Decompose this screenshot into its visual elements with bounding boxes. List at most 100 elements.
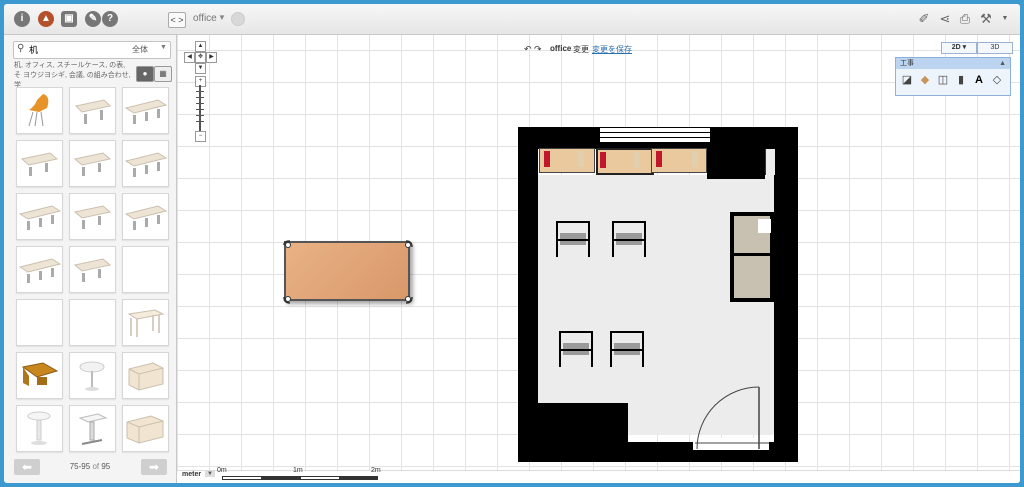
cabinet-thumbnail — [126, 415, 164, 444]
table-thumbnail — [18, 205, 62, 230]
share-icon[interactable]: ⋖ — [937, 11, 953, 27]
dimension-tool-icon[interactable]: ◇ — [990, 73, 1004, 87]
search-input[interactable] — [29, 43, 124, 56]
floor-tool-icon[interactable]: ◆ — [918, 73, 932, 87]
view-2d-button[interactable]: 2D ▾ — [941, 42, 977, 54]
text-tool-icon[interactable]: A — [972, 73, 986, 87]
catalog-item[interactable] — [122, 405, 169, 452]
floorplan-canvas[interactable]: ▲ ◀ ✥ ▶ ▼ + − ↶ ↷ office 変更 変更を保存 2D ▾ 3… — [177, 35, 1020, 470]
table-thumbnail — [27, 411, 51, 445]
book — [656, 151, 662, 167]
paint-icon[interactable]: ✎ — [85, 11, 101, 27]
catalog-item[interactable] — [69, 299, 116, 346]
desk-chair[interactable] — [612, 221, 646, 259]
desk-chair[interactable] — [556, 221, 590, 259]
project-name[interactable]: office — [193, 13, 217, 24]
catalog-item[interactable] — [122, 87, 169, 134]
help-icon[interactable]: ? — [102, 11, 118, 27]
window[interactable] — [599, 128, 711, 142]
catalog-item[interactable] — [69, 193, 116, 240]
catalog-item[interactable] — [69, 87, 116, 134]
pan-center-button[interactable]: ✥ — [195, 52, 206, 63]
pan-right-button[interactable]: ▶ — [206, 52, 217, 63]
collapse-icon[interactable]: ▲ — [999, 58, 1006, 69]
pan-down-button[interactable]: ▼ — [195, 63, 206, 74]
settings-icon[interactable] — [231, 12, 245, 26]
catalog-item[interactable] — [16, 87, 63, 134]
catalog-item[interactable] — [69, 352, 116, 399]
pan-up-button[interactable]: ▲ — [195, 41, 206, 52]
bookshelf[interactable] — [596, 148, 654, 175]
view-3d-button[interactable]: 3D — [977, 42, 1013, 54]
desk-leg — [556, 241, 558, 257]
pager-range: 75-95 — [69, 462, 91, 471]
chevron-down-icon[interactable]: ▼ — [160, 44, 167, 51]
catalog-item[interactable] — [122, 352, 169, 399]
wall-tool-icon[interactable]: ◪ — [900, 73, 914, 87]
redo-icon[interactable]: ↷ — [534, 44, 542, 55]
wall-right[interactable] — [774, 127, 798, 462]
catalog-item[interactable] — [16, 246, 63, 293]
pager-total: 95 — [101, 462, 111, 471]
print-icon[interactable]: ⎙ — [957, 11, 973, 27]
grid-view-button[interactable]: ▦ — [154, 66, 172, 82]
desk-chair[interactable] — [559, 331, 593, 369]
photo-icon[interactable]: ▣ — [61, 11, 77, 27]
scale-bar-segment — [300, 476, 341, 480]
bookshelf[interactable] — [539, 148, 595, 173]
panel-toggle-button[interactable]: < > — [168, 12, 186, 28]
scale-label-0: 0m — [217, 467, 227, 474]
desk-frame — [610, 331, 644, 351]
category-select[interactable]: 全体 — [132, 44, 148, 55]
scale-bar-segment — [222, 476, 263, 480]
door-tool-icon[interactable]: ◫ — [936, 73, 950, 87]
catalog-item[interactable] — [16, 193, 63, 240]
wall-block[interactable] — [538, 403, 628, 442]
desk-chair[interactable] — [610, 331, 644, 369]
catalog-item[interactable] — [16, 299, 63, 346]
table-thumbnail — [124, 205, 168, 230]
table-object[interactable] — [282, 239, 414, 305]
scale-bar-segment — [339, 476, 378, 480]
save-changes-link[interactable]: 変更を保存 — [592, 44, 632, 55]
zoom-slider[interactable] — [199, 85, 201, 135]
zoom-tick — [196, 121, 204, 122]
construction-panel: 工事 ▲ ◪ ◆ ◫ ▮ A ◇ — [895, 57, 1011, 96]
undo-icon[interactable]: ↶ — [524, 44, 532, 55]
wrench-icon[interactable]: ⚒ — [978, 11, 994, 27]
catalog-item[interactable] — [16, 405, 63, 452]
cabinet-thumbnail — [128, 362, 164, 391]
cabinet[interactable] — [730, 212, 775, 302]
menu-caret-icon[interactable]: ▼ — [997, 11, 1013, 27]
catalog-item[interactable] — [69, 246, 116, 293]
window-line — [600, 137, 710, 138]
desk-frame — [559, 331, 593, 351]
cabinet-label — [758, 219, 771, 233]
view-toggle-button[interactable]: ● — [136, 66, 154, 82]
scale-label-1: 1m — [293, 467, 303, 474]
catalog-item[interactable] — [122, 193, 169, 240]
catalog-item[interactable] — [122, 140, 169, 187]
furniture-icon[interactable]: ▲ — [38, 11, 54, 27]
catalog-item[interactable] — [122, 246, 169, 293]
window-tool-icon[interactable]: ▮ — [954, 73, 968, 87]
bookshelf[interactable] — [651, 148, 707, 173]
construction-panel-title: 工事 — [896, 58, 1010, 69]
catalog-item[interactable] — [122, 299, 169, 346]
wall-block[interactable] — [707, 149, 765, 179]
chevron-down-icon[interactable]: ▼ — [218, 13, 226, 22]
info-icon[interactable]: i — [14, 11, 30, 27]
zoom-tick — [196, 109, 204, 110]
wall-left[interactable] — [518, 127, 538, 462]
door-icon[interactable] — [693, 385, 773, 455]
desk-leg — [610, 351, 612, 367]
eraser-icon[interactable]: ✐ — [916, 11, 932, 27]
chevron-down-icon[interactable]: ▼ — [205, 471, 215, 477]
catalog-item[interactable] — [16, 140, 63, 187]
units-select[interactable]: meter — [182, 471, 201, 478]
zoom-out-button[interactable]: − — [195, 131, 206, 142]
catalog-item[interactable] — [16, 352, 63, 399]
catalog-item[interactable] — [69, 405, 116, 452]
pan-left-button[interactable]: ◀ — [184, 52, 195, 63]
catalog-item[interactable] — [69, 140, 116, 187]
